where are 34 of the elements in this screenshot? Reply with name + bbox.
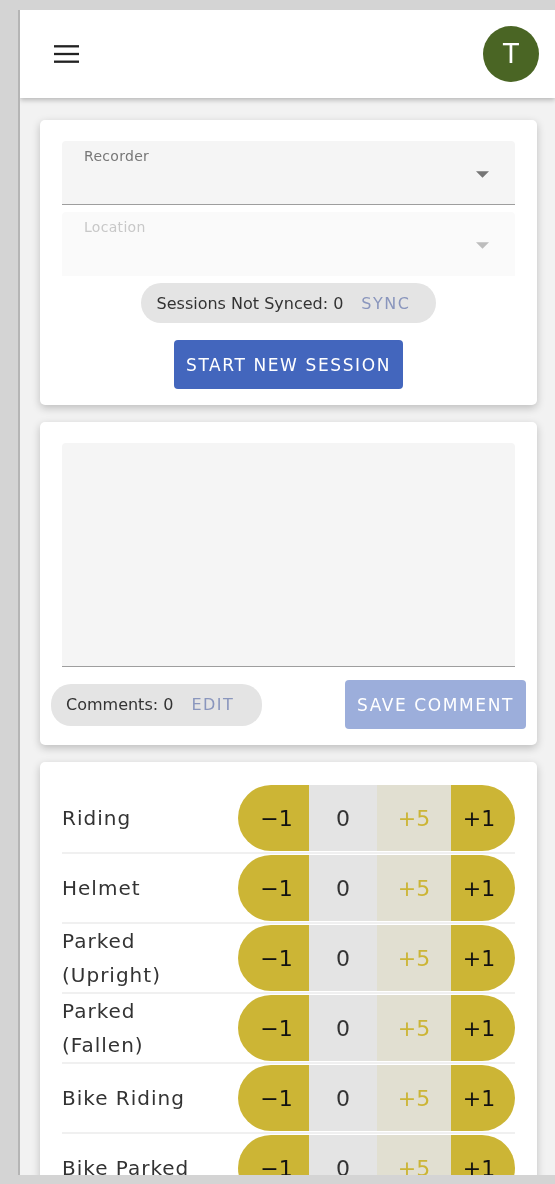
chip-text: Comments: 0 — [66, 695, 174, 714]
counter-label: Parked (Upright) — [62, 928, 162, 989]
counter-label: Bike Riding — [62, 1085, 186, 1112]
menu-icon[interactable] — [54, 45, 79, 63]
avatar[interactable]: T — [483, 26, 539, 82]
chip-text: Sessions Not Synced: 0 — [156, 293, 344, 313]
increment-button[interactable]: +1 — [451, 1135, 515, 1175]
decrement-button[interactable]: −1 — [238, 925, 309, 991]
count-value: 0 — [309, 925, 377, 991]
count-value: 0 — [309, 1065, 377, 1131]
start-session-button[interactable]: START NEW SESSION — [174, 340, 403, 389]
dropdown-arrow-icon — [476, 242, 489, 249]
count-value: 0 — [309, 785, 377, 851]
comment-field[interactable] — [62, 443, 515, 667]
count-value: 0 — [309, 995, 377, 1061]
field-label: Recorder — [84, 148, 150, 164]
dropdown-arrow-icon — [476, 171, 489, 178]
counter-label: Bike Parked — [62, 1155, 191, 1175]
increment-button[interactable]: +1 — [451, 785, 515, 851]
increment-button[interactable]: +1 — [451, 855, 515, 921]
count-value: 0 — [309, 1135, 377, 1175]
decrement-button[interactable]: −1 — [238, 1135, 309, 1175]
increment-button[interactable]: +1 — [451, 995, 515, 1061]
decrement-button[interactable]: −1 — [238, 995, 309, 1061]
decrement-button[interactable]: −1 — [238, 1065, 309, 1131]
increment-button[interactable]: +1 — [451, 925, 515, 991]
increment-button[interactable]: +1 — [451, 1065, 515, 1131]
decrement-button[interactable]: −1 — [238, 855, 309, 921]
decrement-button[interactable]: −1 — [238, 785, 309, 851]
select-field[interactable]: Recorder — [62, 141, 515, 205]
count-value: 0 — [309, 855, 377, 921]
counter-label: Parked (Fallen) — [62, 998, 145, 1059]
counter-label: Helmet — [62, 875, 142, 902]
counter-label: Riding — [62, 805, 133, 832]
